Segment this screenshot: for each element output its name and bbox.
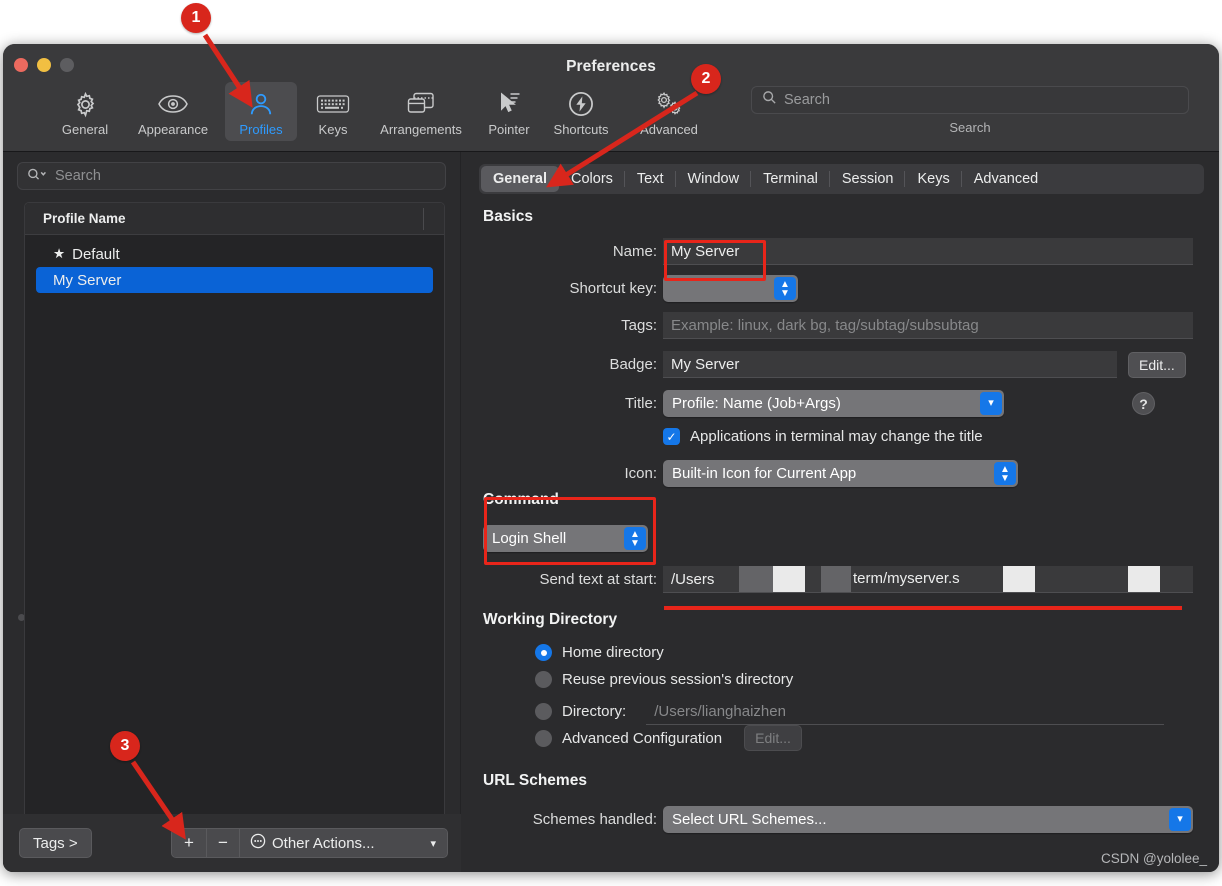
annotation-marker-1: 1 — [181, 3, 211, 33]
screenshot-canvas: Preferences General Appearance Profiles … — [0, 0, 1222, 886]
arrow-to-add-button — [130, 760, 186, 840]
arrow-to-general-tab — [546, 90, 699, 188]
annotation-marker-3: 3 — [110, 731, 140, 761]
annotation-arrows — [130, 33, 699, 840]
arrow-to-profiles — [202, 33, 253, 108]
annotation-marker-2: 2 — [691, 64, 721, 94]
